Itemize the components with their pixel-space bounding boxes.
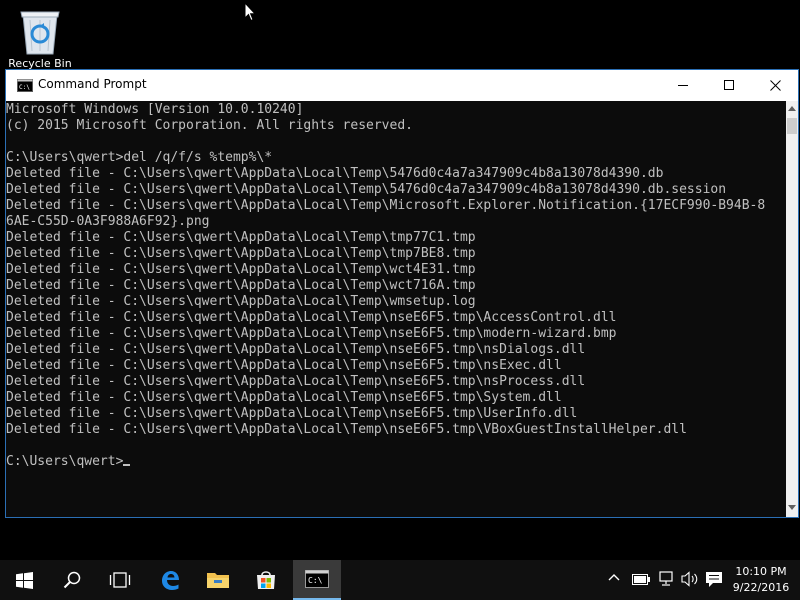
window-title: Command Prompt: [38, 77, 147, 91]
console-output-area[interactable]: Microsoft Windows [Version 10.0.10240] (…: [6, 101, 786, 517]
mouse-pointer-icon: [244, 2, 256, 22]
search-button[interactable]: [48, 560, 96, 600]
console-line: Deleted file - C:\Users\qwert\AppData\Lo…: [6, 230, 476, 245]
console-line: C:\Users\qwert>del /q/f/s %temp%\*: [6, 150, 273, 165]
console-line: Deleted file - C:\Users\qwert\AppData\Lo…: [6, 310, 617, 325]
file-explorer-button[interactable]: [194, 560, 242, 600]
store-icon: [257, 571, 275, 589]
clock-date: 9/22/2016: [732, 581, 790, 594]
console-line: Deleted file - C:\Users\qwert\AppData\Lo…: [6, 422, 687, 437]
console-line: Microsoft Windows [Version 10.0.10240]: [6, 102, 304, 117]
search-icon: [63, 571, 81, 589]
folder-icon: [207, 573, 229, 588]
title-bar[interactable]: C:\ Command Prompt: [6, 70, 798, 101]
console-line: Deleted file - C:\Users\qwert\AppData\Lo…: [6, 326, 617, 341]
cmd-icon: C:\: [17, 79, 33, 92]
battery-icon[interactable]: [632, 574, 650, 585]
network-icon[interactable]: [657, 571, 675, 587]
scroll-down-arrow-icon[interactable]: [788, 505, 796, 510]
clock-time: 10:10 PM: [735, 565, 787, 578]
store-button[interactable]: [242, 560, 290, 600]
command-prompt-window: C:\ Command Prompt Microsoft Windows [Ve…: [5, 69, 799, 518]
console-line: Deleted file - C:\Users\qwert\AppData\Lo…: [6, 374, 586, 389]
maximize-icon: [723, 79, 734, 90]
console-prompt: C:\Users\qwert>: [6, 454, 124, 469]
console-line: Deleted file - C:\Users\qwert\AppData\Lo…: [6, 342, 586, 357]
maximize-button[interactable]: [706, 70, 752, 100]
close-icon: [769, 79, 781, 91]
recycle-bin-icon: [20, 11, 60, 55]
console-line: Deleted file - C:\Users\qwert\AppData\Lo…: [6, 198, 766, 213]
console-line: Deleted file - C:\Users\qwert\AppData\Lo…: [6, 246, 476, 261]
console-line: Deleted file - C:\Users\qwert\AppData\Lo…: [6, 278, 476, 293]
console-line: Deleted file - C:\Users\qwert\AppData\Lo…: [6, 406, 578, 421]
edge-icon: [162, 571, 179, 590]
desktop: Recycle Bin C:\ Command Prompt Microsoft…: [0, 0, 800, 600]
console-line: Deleted file - C:\Users\qwert\AppData\Lo…: [6, 358, 562, 373]
desktop-icon-recycle-bin[interactable]: Recycle Bin: [6, 6, 74, 70]
start-button[interactable]: [0, 560, 48, 600]
windows-logo-icon: [15, 571, 33, 589]
console-line: Deleted file - C:\Users\qwert\AppData\Lo…: [6, 294, 476, 309]
close-button[interactable]: [752, 70, 798, 100]
minimize-button[interactable]: [660, 70, 706, 100]
notification-icon[interactable]: [705, 571, 723, 588]
task-view-button[interactable]: [96, 560, 144, 600]
console-line: Deleted file - C:\Users\qwert\AppData\Lo…: [6, 390, 562, 405]
minimize-icon: [677, 84, 688, 86]
task-view-icon: [109, 572, 131, 588]
vertical-scrollbar[interactable]: [786, 101, 798, 517]
console-line: Deleted file - C:\Users\qwert\AppData\Lo…: [6, 262, 476, 277]
volume-icon[interactable]: [681, 571, 699, 587]
taskbar-clock[interactable]: 10:10 PM 9/22/2016: [728, 564, 794, 596]
console-line: 6AE-C55D-0A3F988A6F92}.png: [6, 214, 210, 229]
console-text: Microsoft Windows [Version 10.0.10240] (…: [6, 102, 765, 470]
chevron-up-icon[interactable]: [608, 573, 620, 581]
scroll-up-arrow-icon[interactable]: [788, 106, 796, 111]
text-cursor: [123, 464, 131, 466]
taskbar: C:\ 10:10 PM 9/22/2016: [0, 560, 800, 600]
svg-text:C:\: C:\: [19, 84, 30, 91]
scrollbar-thumb[interactable]: [787, 118, 797, 134]
cmd-icon: C:\: [305, 570, 329, 588]
console-line: Deleted file - C:\Users\qwert\AppData\Lo…: [6, 166, 664, 181]
command-prompt-taskbar-button[interactable]: C:\: [293, 560, 341, 600]
console-line: Deleted file - C:\Users\qwert\AppData\Lo…: [6, 182, 727, 197]
svg-text:C:\: C:\: [308, 576, 323, 585]
console-line: (c) 2015 Microsoft Corporation. All righ…: [6, 118, 413, 133]
console-lines: Microsoft Windows [Version 10.0.10240] (…: [6, 102, 765, 437]
edge-button[interactable]: [146, 560, 194, 600]
